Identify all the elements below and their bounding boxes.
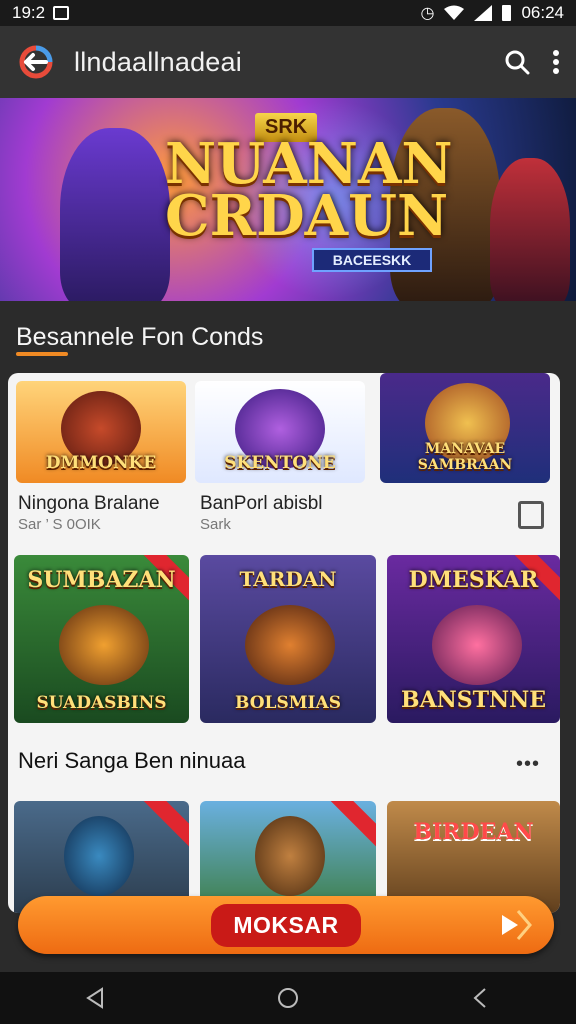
card-art bbox=[432, 605, 522, 685]
game-card-2[interactable]: SKENTONE bbox=[195, 381, 365, 483]
app-title: llndaallnadeai bbox=[74, 46, 242, 77]
more-button[interactable]: ••• bbox=[516, 753, 540, 776]
grid-card-3[interactable]: DMESKAR BANSTNNE bbox=[387, 555, 560, 723]
battery-icon bbox=[502, 5, 512, 21]
grid-card-1[interactable]: SUMBAZAN SUADASBINS bbox=[14, 555, 189, 723]
hero-title-line2: CRDAUN bbox=[165, 183, 449, 249]
nav-home-icon[interactable] bbox=[276, 986, 300, 1010]
card-caption: BIRDEAN bbox=[413, 819, 534, 845]
app-bar: llndaallnadeai bbox=[0, 26, 576, 98]
game-meta: Sar ’ S 0OIK bbox=[18, 516, 101, 533]
game-meta: Sark bbox=[200, 516, 231, 533]
card-art bbox=[64, 816, 134, 896]
game-name[interactable]: BanPorl abisbl bbox=[200, 493, 323, 515]
nav-recents-icon[interactable] bbox=[471, 987, 491, 1009]
status-bar: 19:2 ◷ 06:24 bbox=[0, 0, 576, 26]
back-button[interactable] bbox=[16, 42, 56, 82]
signal-icon bbox=[474, 5, 493, 21]
search-icon[interactable] bbox=[504, 49, 530, 75]
game-card-1[interactable]: DMMONKE bbox=[16, 381, 186, 483]
card-art bbox=[245, 605, 335, 685]
grid-card-2[interactable]: TARDAN BOLSMIAS bbox=[200, 555, 376, 723]
card-ribbon bbox=[324, 801, 376, 851]
card-caption-top: SUMBAZAN bbox=[27, 567, 176, 593]
card-caption-bottom: SUADASBINS bbox=[36, 693, 167, 713]
hero-figure-right bbox=[490, 158, 570, 301]
hero-banner[interactable]: SRK NUANAN CRDAUN BACEESKK bbox=[0, 98, 576, 301]
game-name[interactable]: Ningona Bralane bbox=[18, 493, 160, 515]
card-caption: DMMONKE bbox=[45, 453, 157, 473]
card-ribbon bbox=[137, 801, 189, 851]
card-art bbox=[255, 816, 325, 896]
bookmark-icon[interactable] bbox=[518, 501, 544, 529]
back-arrow-icon bbox=[19, 45, 53, 79]
more-vert-icon[interactable] bbox=[552, 49, 560, 75]
card-caption-top: DMESKAR bbox=[408, 567, 539, 593]
card-caption: MANAVAE SAMBRAAN bbox=[417, 441, 513, 473]
game-card-3[interactable]: MANAVAE SAMBRAAN bbox=[380, 373, 550, 483]
card-caption-top: TARDAN bbox=[239, 567, 337, 591]
card-caption-bottom: BOLSMIAS bbox=[235, 693, 341, 713]
section-title: Besannele Fon Conds bbox=[16, 323, 264, 351]
section-underline bbox=[16, 352, 68, 356]
status-time-left: 19:2 bbox=[12, 3, 46, 22]
cta-label: MOKSAR bbox=[211, 903, 361, 947]
nav-back-icon[interactable] bbox=[85, 987, 105, 1009]
system-nav-bar bbox=[0, 972, 576, 1024]
notification-icon bbox=[53, 6, 70, 20]
wifi-icon bbox=[444, 5, 465, 20]
hero-tag: BACEESKK bbox=[312, 248, 432, 272]
section2-title: Neri Sanga Ben ninuaa bbox=[18, 748, 246, 773]
card-caption-bottom: BANSTNNE bbox=[400, 687, 547, 713]
content-panel: DMMONKE SKENTONE MANAVAE SAMBRAAN Ningon… bbox=[8, 373, 560, 913]
cta-button[interactable]: MOKSAR bbox=[18, 896, 554, 954]
alarm-icon: ◷ bbox=[420, 5, 435, 22]
hero-figure-left bbox=[60, 128, 170, 301]
hero-title: NUANAN CRDAUN bbox=[165, 136, 453, 249]
status-time-right: 06:24 bbox=[521, 3, 564, 22]
card-caption: SKENTONE bbox=[224, 453, 336, 473]
card-art bbox=[59, 605, 149, 685]
play-arrow-icon bbox=[492, 905, 532, 945]
